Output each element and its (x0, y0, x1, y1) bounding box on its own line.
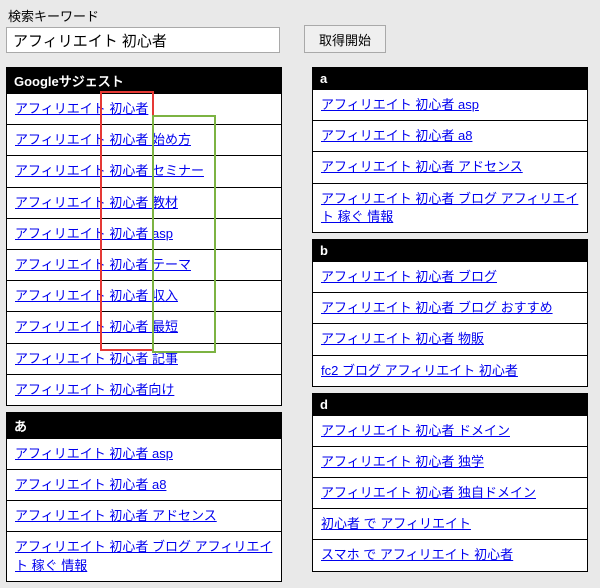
section-header: Googleサジェスト (6, 67, 282, 94)
suggest-link[interactable]: アフィリエイト 初心者 ドメイン (321, 423, 510, 438)
suggest-link[interactable]: アフィリエイト 初心者 asp (321, 97, 479, 112)
list-item: アフィリエイト 初心者 記事 (6, 344, 282, 375)
section-header: あ (6, 412, 282, 439)
right-column: a アフィリエイト 初心者 asp アフィリエイト 初心者 a8 アフィリエイト 初心… (312, 67, 588, 572)
suggest-link[interactable]: fc2 ブログ アフィリエイト 初心者 (321, 363, 518, 378)
list-item: アフィリエイト 初心者 asp (6, 439, 282, 470)
fetch-button[interactable]: 取得開始 (304, 25, 386, 53)
suggest-link[interactable]: アフィリエイト 初心者 (15, 101, 148, 116)
suggest-link[interactable]: アフィリエイト 初心者 asp (15, 226, 173, 241)
list-item: アフィリエイト 初心者 独学 (312, 447, 588, 478)
list-item: アフィリエイト 初心者 ドメイン (312, 416, 588, 447)
search-label: 検索キーワード (8, 6, 280, 25)
section-header: b (312, 239, 588, 262)
list-item: アフィリエイト 初心者 a8 (6, 470, 282, 501)
list-item: アフィリエイト 初心者 ブログ アフィリエイト 稼ぐ 情報 (6, 532, 282, 581)
suggest-link[interactable]: アフィリエイト 初心者 アドセンス (15, 508, 217, 523)
list-item: アフィリエイト 初心者 教材 (6, 188, 282, 219)
list-item: アフィリエイト 初心者 アドセンス (312, 152, 588, 183)
suggest-link[interactable]: アフィリエイト 初心者 ブログ (321, 269, 497, 284)
suggest-link[interactable]: アフィリエイト 初心者 ブログ アフィリエイト 稼ぐ 情報 (15, 539, 272, 572)
list-item: アフィリエイト 初心者 ブログ アフィリエイト 稼ぐ 情報 (312, 184, 588, 233)
list-item: 初心者 で アフィリエイト (312, 509, 588, 540)
list-item: アフィリエイト 初心者 物販 (312, 324, 588, 355)
search-block: 検索キーワード (6, 6, 280, 53)
list-item: アフィリエイト 初心者 最短 (6, 312, 282, 343)
list-item: アフィリエイト 初心者 テーマ (6, 250, 282, 281)
list-item: アフィリエイト 初心者 ブログ おすすめ (312, 293, 588, 324)
suggest-link[interactable]: アフィリエイト 初心者 独学 (321, 454, 484, 469)
suggest-link[interactable]: アフィリエイト 初心者 ブログ おすすめ (321, 300, 553, 315)
list-item: アフィリエイト 初心者 (6, 94, 282, 125)
list-item: アフィリエイト 初心者 始め方 (6, 125, 282, 156)
suggest-link[interactable]: アフィリエイト 初心者 物販 (321, 331, 484, 346)
results-columns: Googleサジェストアフィリエイト 初心者アフィリエイト 初心者 始め方アフィ… (6, 67, 594, 582)
search-bar: 検索キーワード 取得開始 (6, 6, 594, 53)
list-item: アフィリエイト 初心者向け (6, 375, 282, 406)
list-item: アフィリエイト 初心者 ブログ (312, 262, 588, 293)
suggest-link[interactable]: アフィリエイト 初心者 asp (15, 446, 173, 461)
list-item: アフィリエイト 初心者 asp (312, 90, 588, 121)
section-header: a (312, 67, 588, 90)
list-item: fc2 ブログ アフィリエイト 初心者 (312, 356, 588, 387)
list-item: アフィリエイト 初心者 asp (6, 219, 282, 250)
list-item: アフィリエイト 初心者 収入 (6, 281, 282, 312)
suggest-link[interactable]: アフィリエイト 初心者 最短 (15, 319, 178, 334)
suggest-link[interactable]: アフィリエイト 初心者 テーマ (15, 257, 191, 272)
suggest-link[interactable]: アフィリエイト 初心者 収入 (15, 288, 178, 303)
suggest-link[interactable]: アフィリエイト 初心者 独自ドメイン (321, 485, 536, 500)
suggest-link[interactable]: アフィリエイト 初心者 教材 (15, 195, 178, 210)
suggest-link[interactable]: アフィリエイト 初心者 始め方 (15, 132, 191, 147)
list-item: アフィリエイト 初心者 アドセンス (6, 501, 282, 532)
suggest-link[interactable]: アフィリエイト 初心者向け (15, 382, 174, 397)
suggest-link[interactable]: アフィリエイト 初心者 アドセンス (321, 159, 523, 174)
search-input[interactable] (6, 27, 280, 53)
list-item: アフィリエイト 初心者 a8 (312, 121, 588, 152)
section-header: d (312, 393, 588, 416)
suggest-link[interactable]: アフィリエイト 初心者 記事 (15, 351, 178, 366)
suggest-link[interactable]: アフィリエイト 初心者 a8 (321, 128, 472, 143)
list-item: スマホ で アフィリエイト 初心者 (312, 540, 588, 571)
left-column: Googleサジェストアフィリエイト 初心者アフィリエイト 初心者 始め方アフィ… (6, 67, 282, 582)
suggest-link[interactable]: アフィリエイト 初心者 ブログ アフィリエイト 稼ぐ 情報 (321, 191, 578, 224)
suggest-link[interactable]: アフィリエイト 初心者 セミナー (15, 163, 204, 178)
list-item: アフィリエイト 初心者 セミナー (6, 156, 282, 187)
suggest-link[interactable]: スマホ で アフィリエイト 初心者 (321, 547, 513, 562)
list-item: アフィリエイト 初心者 独自ドメイン (312, 478, 588, 509)
suggest-link[interactable]: 初心者 で アフィリエイト (321, 516, 471, 531)
suggest-link[interactable]: アフィリエイト 初心者 a8 (15, 477, 166, 492)
